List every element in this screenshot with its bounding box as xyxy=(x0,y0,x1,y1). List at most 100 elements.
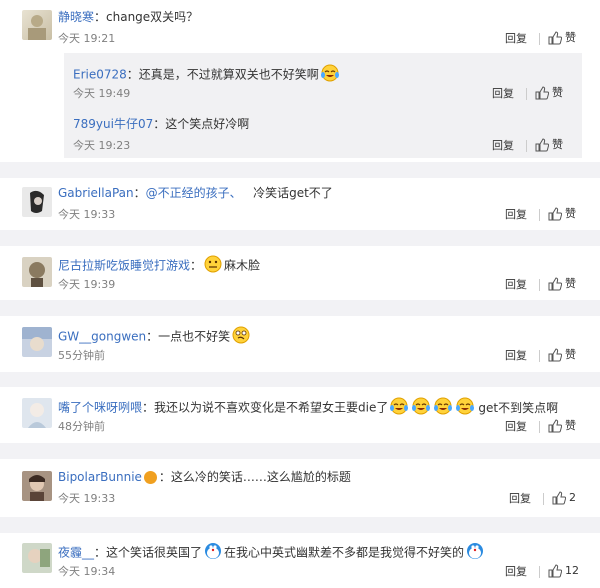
divider xyxy=(539,279,540,291)
avatar[interactable] xyxy=(22,471,52,501)
reply-button[interactable]: 回复 xyxy=(505,32,527,46)
like-button[interactable]: 赞 xyxy=(535,138,563,152)
reply-button[interactable]: 回复 xyxy=(505,349,527,363)
laughing-tears-emoji-icon xyxy=(320,64,340,86)
laughing-tears-emoji-icon xyxy=(455,397,475,419)
comment-list: 静晓寒：change双关吗？ 今天 19:21 回复 赞 Erie0728：还真… xyxy=(0,0,600,588)
reply-text: ：这个笑点好冷啊 xyxy=(153,117,250,131)
comment-time: 今天 19:21 xyxy=(58,32,116,45)
comment-text: 在我心中英式幽默差不多都是我觉得不好笑的 xyxy=(224,545,465,560)
comment-item: GabriellaPan：@不正经的孩子、 冷笑话get不了 今天 19:33 … xyxy=(0,178,600,230)
like-button[interactable]: 赞 xyxy=(535,86,563,100)
reply-button[interactable]: 回复 xyxy=(509,492,531,506)
thumbs-up-icon xyxy=(548,277,562,291)
comment-text: ：这么冷的笑话……这么尴尬的标题 xyxy=(158,470,351,484)
divider xyxy=(539,566,540,578)
confused-face-emoji-icon xyxy=(231,326,251,348)
like-label: 赞 xyxy=(552,86,563,99)
comment-username[interactable]: GW__gongwen xyxy=(58,330,146,344)
comment-text: get不到笑点啊 xyxy=(478,400,559,415)
comment-text: ： xyxy=(133,186,146,200)
comment-username[interactable]: GabriellaPan xyxy=(58,186,134,200)
divider xyxy=(526,88,527,100)
thumbs-up-icon xyxy=(548,207,562,221)
like-button[interactable]: 赞 xyxy=(548,348,576,362)
reply-username[interactable]: Erie0728 xyxy=(73,68,127,82)
like-count: 2 xyxy=(569,491,576,504)
reply-time: 今天 19:49 xyxy=(73,87,131,100)
reply-time: 今天 19:23 xyxy=(73,139,131,152)
doraemon-emoji-icon xyxy=(203,542,223,564)
comment-time: 55分钟前 xyxy=(58,349,105,362)
comment-item: 夜霾__：这个笑话很英国了 在我心中英式幽默差不多都是我觉得不好笑的 今天 19:… xyxy=(0,533,600,588)
avatar[interactable] xyxy=(22,327,52,357)
thumbs-up-icon xyxy=(548,419,562,433)
laughing-tears-emoji-icon xyxy=(433,397,453,419)
comment-text: ：change双关吗？ xyxy=(94,10,199,24)
comment-item: 嘴了个咪呀咧喂：我还以为说不喜欢变化是不希望女王要die了 get不到笑点啊 48… xyxy=(0,387,600,443)
comment-username[interactable]: 静晓寒 xyxy=(58,10,94,24)
comment-username[interactable]: 夜霾__ xyxy=(58,546,94,560)
like-label: 赞 xyxy=(552,138,563,151)
comment-text: 冷笑话get不了 xyxy=(241,186,333,200)
avatar[interactable] xyxy=(22,10,52,40)
reply-button[interactable]: 回复 xyxy=(505,278,527,292)
comment-time: 今天 19:34 xyxy=(58,565,116,578)
comment-time: 今天 19:33 xyxy=(58,208,116,221)
like-button[interactable]: 2 xyxy=(552,491,576,505)
avatar[interactable] xyxy=(22,257,52,287)
mention-link[interactable]: @不正经的孩子、 xyxy=(146,186,242,200)
comment-item: GW__gongwen：一点也不好笑 55分钟前 回复 赞 xyxy=(0,316,600,372)
avatar[interactable] xyxy=(22,398,52,428)
thumbs-up-icon xyxy=(552,491,566,505)
comment-item: 静晓寒：change双关吗？ 今天 19:21 回复 赞 Erie0728：还真… xyxy=(0,0,600,162)
like-label: 赞 xyxy=(565,207,576,220)
reply-button[interactable]: 回复 xyxy=(505,420,527,434)
comment-time: 今天 19:39 xyxy=(58,278,116,291)
reply-text: ：还真是，不过就算双关也不好笑啊 xyxy=(126,67,319,82)
like-label: 赞 xyxy=(565,277,576,290)
thumbs-up-icon xyxy=(535,138,549,152)
reply-button[interactable]: 回复 xyxy=(505,565,527,579)
reply-button[interactable]: 回复 xyxy=(492,139,514,153)
like-button[interactable]: 12 xyxy=(548,564,579,578)
like-label: 赞 xyxy=(565,348,576,361)
divider xyxy=(526,140,527,152)
numb-face-emoji-icon xyxy=(203,255,223,277)
reply-button[interactable]: 回复 xyxy=(505,208,527,222)
comment-item: 尼古拉斯吃饭睡觉打游戏： 麻木脸 今天 19:39 回复 赞 xyxy=(0,246,600,300)
comment-item: BipolarBunnie ：这么冷的笑话……这么尴尬的标题 今天 19:33 回… xyxy=(0,459,600,517)
like-button[interactable]: 赞 xyxy=(548,207,576,221)
avatar[interactable] xyxy=(22,543,52,573)
comment-username[interactable]: 尼古拉斯吃饭睡觉打游戏 xyxy=(58,259,190,273)
like-button[interactable]: 赞 xyxy=(548,31,576,45)
like-label: 赞 xyxy=(565,419,576,432)
doraemon-emoji-icon xyxy=(465,542,485,564)
comment-time: 今天 19:33 xyxy=(58,492,116,505)
thumbs-up-icon xyxy=(548,348,562,362)
divider xyxy=(539,421,540,433)
like-button[interactable]: 赞 xyxy=(548,419,576,433)
divider xyxy=(543,493,544,505)
comment-text: ：我还以为说不喜欢变化是不希望女王要die了 xyxy=(142,400,389,415)
comment-username[interactable]: BipolarBunnie xyxy=(58,470,142,484)
divider xyxy=(539,350,540,362)
comment-text: 麻木脸 xyxy=(224,258,261,273)
divider xyxy=(539,209,540,221)
reply-button[interactable]: 回复 xyxy=(492,87,514,101)
comment-time: 48分钟前 xyxy=(58,420,105,433)
like-count: 12 xyxy=(565,564,579,577)
reply-username[interactable]: 789yui牛仔07 xyxy=(73,117,153,131)
like-button[interactable]: 赞 xyxy=(548,277,576,291)
comment-text: ：这个笑话很英国了 xyxy=(94,545,203,560)
avatar[interactable] xyxy=(22,187,52,217)
vip-badge-icon xyxy=(143,471,157,484)
laughing-tears-emoji-icon xyxy=(411,397,431,419)
thumbs-up-icon xyxy=(548,31,562,45)
reply-box: Erie0728：还真是，不过就算双关也不好笑啊 今天 19:49 回复 赞 7… xyxy=(64,53,582,158)
thumbs-up-icon xyxy=(535,86,549,100)
thumbs-up-icon xyxy=(548,564,562,578)
laughing-tears-emoji-icon xyxy=(389,397,409,419)
comment-username[interactable]: 嘴了个咪呀咧喂 xyxy=(58,401,142,415)
like-label: 赞 xyxy=(565,31,576,44)
